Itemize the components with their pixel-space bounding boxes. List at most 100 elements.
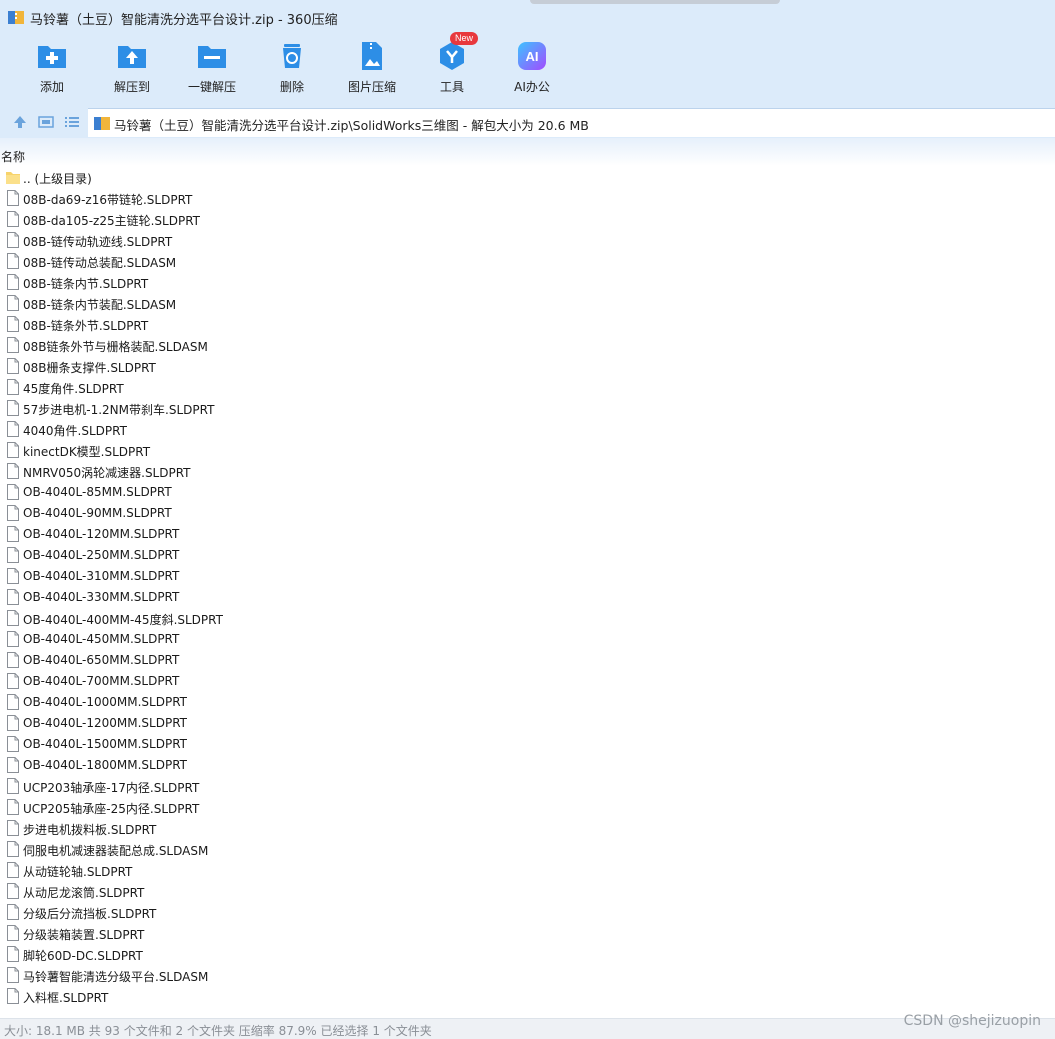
delete-icon — [283, 44, 301, 68]
file-name: 脚轮60D-DC.SLDPRT — [23, 949, 143, 963]
file-icon — [7, 190, 19, 206]
file-row[interactable]: OB-4040L-85MM.SLDPRT — [0, 482, 1055, 503]
file-row[interactable]: 08B栅条支撑件.SLDPRT — [0, 356, 1055, 377]
file-row[interactable]: OB-4040L-1200MM.SLDPRT — [0, 713, 1055, 734]
file-row[interactable]: 马铃薯智能清选分级平台.SLDASM — [0, 965, 1055, 986]
one-click-extract-icon — [198, 46, 226, 68]
file-icon — [7, 673, 19, 689]
file-icon — [7, 925, 19, 941]
file-row[interactable]: 4040角件.SLDPRT — [0, 419, 1055, 440]
tools-button[interactable]: New 工具 — [412, 32, 492, 106]
file-row[interactable]: OB-4040L-250MM.SLDPRT — [0, 545, 1055, 566]
file-row[interactable]: OB-4040L-1500MM.SLDPRT — [0, 734, 1055, 755]
file-row[interactable]: OB-4040L-90MM.SLDPRT — [0, 503, 1055, 524]
file-icon — [7, 379, 19, 395]
add-button[interactable]: 添加 — [12, 36, 92, 106]
parent-directory-row[interactable]: .. (上级目录) — [0, 167, 1055, 188]
file-row[interactable]: 08B-链条内节装配.SLDASM — [0, 293, 1055, 314]
delete-label: 删除 — [279, 80, 304, 94]
tools-label: 工具 — [439, 80, 464, 94]
file-name: 08B-链传动轨迹线.SLDPRT — [23, 235, 173, 249]
file-row[interactable]: 08B-链条内节.SLDPRT — [0, 272, 1055, 293]
file-icon — [7, 442, 19, 458]
file-icon — [7, 652, 19, 668]
file-row[interactable]: 45度角件.SLDPRT — [0, 377, 1055, 398]
file-icon — [7, 295, 19, 311]
list-view-icon[interactable] — [64, 114, 80, 130]
file-name: OB-4040L-330MM.SLDPRT — [23, 590, 180, 604]
file-name: 45度角件.SLDPRT — [23, 382, 124, 396]
file-row[interactable]: 08B-da105-z25主链轮.SLDPRT — [0, 209, 1055, 230]
file-name: NMRV050涡轮减速器.SLDPRT — [23, 466, 191, 480]
file-row[interactable]: OB-4040L-330MM.SLDPRT — [0, 587, 1055, 608]
file-row[interactable]: OB-4040L-1800MM.SLDPRT — [0, 755, 1055, 776]
file-icon — [7, 316, 19, 332]
delete-button[interactable]: 删除 — [252, 36, 332, 106]
ai-office-button[interactable]: AI AI办公 — [492, 36, 572, 106]
file-row[interactable]: OB-4040L-650MM.SLDPRT — [0, 650, 1055, 671]
file-name: OB-4040L-90MM.SLDPRT — [23, 506, 172, 520]
file-name: 从动尼龙滚筒.SLDPRT — [23, 886, 145, 900]
file-row[interactable]: OB-4040L-1000MM.SLDPRT — [0, 692, 1055, 713]
file-row[interactable]: 分级装箱装置.SLDPRT — [0, 923, 1055, 944]
address-bar: 马铃薯（土豆）智能清洗分选平台设计.zip\SolidWorks三维图 - 解包… — [0, 106, 1055, 138]
file-name: 入料框.SLDPRT — [23, 991, 109, 1005]
file-row[interactable]: 分级后分流挡板.SLDPRT — [0, 902, 1055, 923]
file-icon — [7, 820, 19, 836]
file-icon — [7, 715, 19, 731]
file-row[interactable]: 脚轮60D-DC.SLDPRT — [0, 944, 1055, 965]
file-icon — [7, 967, 19, 983]
column-name-header[interactable]: 名称 — [1, 148, 25, 165]
file-row[interactable]: 步进电机拨料板.SLDPRT — [0, 818, 1055, 839]
one-click-extract-button[interactable]: 一键解压 — [172, 36, 252, 106]
file-name: OB-4040L-85MM.SLDPRT — [23, 485, 172, 499]
file-icon — [7, 904, 19, 920]
file-row[interactable]: 08B-da69-z16带链轮.SLDPRT — [0, 188, 1055, 209]
file-name: 步进电机拨料板.SLDPRT — [23, 823, 157, 837]
address-field[interactable]: 马铃薯（土豆）智能清洗分选平台设计.zip\SolidWorks三维图 - 解包… — [88, 108, 1055, 137]
file-name: OB-4040L-250MM.SLDPRT — [23, 548, 180, 562]
file-row[interactable]: 57步进电机-1.2NM带刹车.SLDPRT — [0, 398, 1055, 419]
file-name: OB-4040L-700MM.SLDPRT — [23, 674, 180, 688]
file-row[interactable]: UCP203轴承座-17内径.SLDPRT — [0, 776, 1055, 797]
file-row[interactable]: 从动尼龙滚筒.SLDPRT — [0, 881, 1055, 902]
file-row[interactable]: OB-4040L-450MM.SLDPRT — [0, 629, 1055, 650]
file-row[interactable]: 08B链条外节与栅格装配.SLDASM — [0, 335, 1055, 356]
add-label: 添加 — [39, 80, 64, 94]
file-row[interactable]: 08B-链传动轨迹线.SLDPRT — [0, 230, 1055, 251]
address-path: 马铃薯（土豆）智能清洗分选平台设计.zip\SolidWorks三维图 - 解包… — [114, 118, 589, 133]
file-name: OB-4040L-1000MM.SLDPRT — [23, 695, 187, 709]
file-icon — [7, 589, 19, 605]
file-row[interactable]: OB-4040L-400MM-45度斜.SLDPRT — [0, 608, 1055, 629]
file-icon — [7, 862, 19, 878]
file-icon — [7, 778, 19, 794]
extract-to-button[interactable]: 解压到 — [92, 36, 172, 106]
file-icon — [7, 799, 19, 815]
file-row[interactable]: UCP205轴承座-25内径.SLDPRT — [0, 797, 1055, 818]
file-row[interactable]: 08B-链条外节.SLDPRT — [0, 314, 1055, 335]
thumbnail-view-icon[interactable] — [38, 114, 54, 130]
zip-archive-icon — [94, 117, 110, 130]
extract-to-label: 解压到 — [113, 80, 150, 94]
file-icon — [7, 610, 19, 626]
folder-icon — [6, 172, 20, 184]
file-row[interactable]: OB-4040L-120MM.SLDPRT — [0, 524, 1055, 545]
file-row[interactable]: kinectDK模型.SLDPRT — [0, 440, 1055, 461]
image-compress-button[interactable]: 图片压缩 — [332, 36, 412, 106]
file-icon — [7, 757, 19, 773]
file-name: 伺服电机减速器装配总成.SLDASM — [23, 844, 209, 858]
file-name: .. (上级目录) — [23, 172, 92, 186]
file-row[interactable]: 伺服电机减速器装配总成.SLDASM — [0, 839, 1055, 860]
file-name: 08B-da69-z16带链轮.SLDPRT — [23, 193, 193, 207]
file-row[interactable]: OB-4040L-700MM.SLDPRT — [0, 671, 1055, 692]
file-icon — [7, 211, 19, 227]
file-row[interactable]: 从动链轮轴.SLDPRT — [0, 860, 1055, 881]
file-row[interactable]: NMRV050涡轮减速器.SLDPRT — [0, 461, 1055, 482]
svg-text:AI: AI — [526, 49, 539, 64]
file-name: OB-4040L-120MM.SLDPRT — [23, 527, 180, 541]
file-row[interactable]: 入料框.SLDPRT — [0, 986, 1055, 1007]
file-row[interactable]: OB-4040L-310MM.SLDPRT — [0, 566, 1055, 587]
up-arrow-icon[interactable] — [12, 114, 28, 130]
file-icon — [7, 883, 19, 899]
file-row[interactable]: 08B-链传动总装配.SLDASM — [0, 251, 1055, 272]
